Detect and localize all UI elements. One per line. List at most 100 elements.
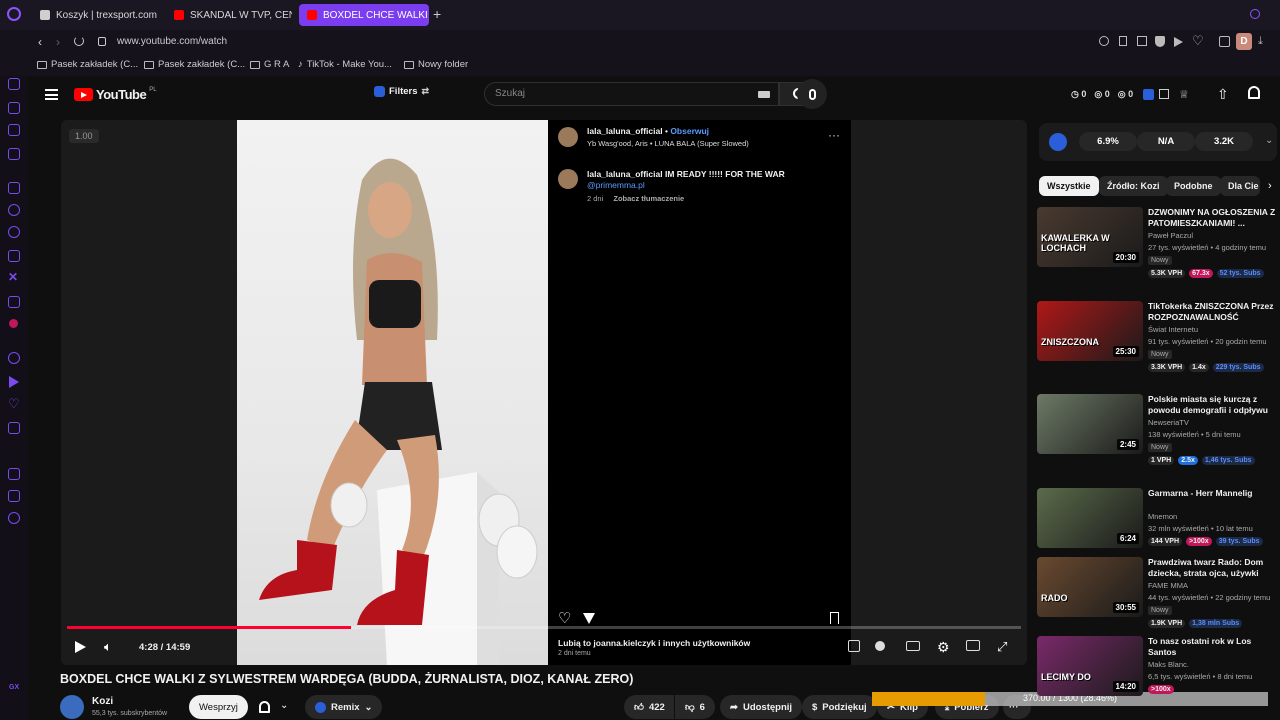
pin-icon[interactable]	[1119, 36, 1127, 46]
ig-username[interactable]: lala_laluna_official	[587, 126, 663, 136]
chevron-down-icon[interactable]: ⌄	[1265, 135, 1273, 146]
video-thumbnail[interactable]: ZNISZCZONA 25:30	[1037, 301, 1143, 361]
recommendation-card[interactable]: ZNISZCZONA 25:30 TikTokerka ZNISZCZONA Prz…	[1037, 301, 1277, 383]
chevron-down-icon[interactable]: ⌄	[280, 700, 288, 711]
thanks-button[interactable]: $ Podziękuj	[802, 695, 877, 719]
profile-avatar[interactable]: D	[1236, 33, 1252, 50]
sidebar-app-icon[interactable]	[8, 78, 20, 90]
ig-follow-link[interactable]: Obserwuj	[670, 126, 709, 136]
rec-channel[interactable]: Paweł Paczul	[1148, 231, 1193, 240]
tab-skandal[interactable]: SKANDAL W TVP, CENZU	[166, 4, 292, 26]
x-icon[interactable]: ✕	[8, 270, 18, 284]
rec-title[interactable]: TikTokerka ZNISZCZONA Przez ROZPOZNAWALN…	[1148, 301, 1276, 323]
stack-icon[interactable]	[1159, 89, 1169, 99]
progress-bar-track[interactable]	[67, 626, 1021, 629]
recommendation-card[interactable]: RADO 30:55 Prawdziwa twarz Rado: Dom dziec…	[1037, 557, 1277, 639]
ig-like-icon[interactable]: ♡	[558, 609, 571, 627]
twitch-icon[interactable]	[8, 182, 20, 194]
reload-icon[interactable]	[74, 36, 84, 46]
rec-title[interactable]: Garmarna - Herr Mannelig	[1148, 488, 1276, 499]
tab-boxdel[interactable]: BOXDEL CHCE WALKI Z S	[299, 4, 429, 26]
tab-trexsport[interactable]: Koszyk | trexsport.com	[32, 4, 164, 26]
new-tab-icon[interactable]: +	[433, 6, 441, 22]
channel-avatar[interactable]	[60, 695, 84, 719]
chip-similar[interactable]: Podobne	[1166, 176, 1221, 196]
screenshot-icon[interactable]	[1137, 36, 1147, 46]
youtube-logo[interactable]: YouTube PL	[74, 87, 157, 102]
rec-title[interactable]: DZWONIMY NA OGŁOSZENIA Z PATOMIESZKANIAM…	[1148, 207, 1276, 229]
forward-icon[interactable]: ›	[56, 35, 60, 49]
subtitles-icon[interactable]	[906, 641, 920, 651]
settings-icon[interactable]: ⚙	[937, 639, 950, 656]
ig-comment-user[interactable]: lala_laluna_official	[587, 169, 663, 179]
discord-icon[interactable]	[8, 296, 20, 308]
rec-title[interactable]: Polskie miasta się kurczą z powodu demog…	[1148, 394, 1276, 416]
recommendation-card[interactable]: LECIMY DO 14:20 To nasz ostatni rok w Los …	[1037, 636, 1277, 718]
chip-for-you[interactable]: Dla Cie	[1220, 176, 1260, 196]
ig-translate-link[interactable]: Zobacz tłumaczenie	[613, 194, 684, 203]
sidebar-app-icon[interactable]	[8, 148, 20, 160]
back-icon[interactable]: ‹	[38, 35, 42, 49]
channel-name[interactable]: Kozi	[92, 696, 113, 707]
sidebar-app-icon[interactable]	[8, 102, 20, 114]
video-player[interactable]: 1.00 lala_laluna_official • Obserwuj Yb …	[61, 120, 1027, 665]
rec-channel[interactable]: Świat Internetu	[1148, 325, 1198, 334]
instagram-icon[interactable]	[8, 250, 20, 262]
iq-extension-icon[interactable]	[1143, 89, 1154, 100]
chevron-right-icon[interactable]: ›	[1268, 180, 1272, 192]
bookmark-tiktok[interactable]: ♪ TikTok - Make You...	[298, 59, 392, 70]
bookmark-folder[interactable]: Pasek zakładek (C...	[144, 59, 245, 70]
ig-likes[interactable]: Lubią to joanna.kielczyk i innych użytko…	[558, 638, 750, 648]
download-icon[interactable]: ⤓	[1258, 35, 1263, 48]
iq-player-icon[interactable]	[848, 640, 860, 652]
play-button[interactable]	[75, 641, 86, 653]
ig-audio[interactable]: Yb Wasg'ood, Aris • LUNA BALA (Super Slo…	[587, 139, 749, 148]
remix-button[interactable]: Remix ⌄	[305, 695, 383, 719]
rec-channel[interactable]: FAME MMA	[1148, 581, 1188, 590]
sidebar-app-icon[interactable]	[8, 124, 20, 136]
volume-icon[interactable]: 🔈︎	[104, 639, 112, 655]
filters-button[interactable]: Filters ⇄	[374, 86, 429, 97]
telegram-icon[interactable]	[8, 226, 20, 238]
recommendation-card[interactable]: KAWALERKA W LOCHACH 20:30 DZWONIMY NA OGŁO…	[1037, 207, 1277, 289]
keyboard-icon[interactable]	[758, 91, 770, 98]
ig-save-icon[interactable]	[830, 612, 839, 624]
search-input[interactable]: Szukaj	[484, 82, 779, 106]
play-icon[interactable]	[9, 376, 19, 388]
video-thumbnail[interactable]: 2:45	[1037, 394, 1143, 454]
miniplayer-icon[interactable]	[966, 640, 980, 651]
notifications-icon[interactable]	[1248, 86, 1260, 99]
video-thumbnail[interactable]: RADO 30:55	[1037, 557, 1143, 617]
dislike-button[interactable]: 👎︎ 6	[675, 695, 715, 719]
share-button[interactable]: ➦ Udostępnij	[720, 695, 803, 719]
rec-channel[interactable]: NewseriaTV	[1148, 418, 1189, 427]
box-icon[interactable]	[8, 490, 20, 502]
rec-title[interactable]: To nasz ostatni rok w Los Santos	[1148, 636, 1276, 658]
zoom-icon[interactable]	[1099, 36, 1109, 46]
autoplay-toggle[interactable]	[875, 641, 885, 651]
support-button[interactable]: Wesprzyj	[189, 695, 248, 719]
rec-channel[interactable]: Mnemon	[1148, 512, 1177, 521]
messenger-icon[interactable]	[8, 204, 20, 216]
voice-search-button[interactable]	[797, 79, 827, 109]
ig-mention[interactable]: @primemma.pl	[587, 180, 645, 190]
tab-search-icon[interactable]	[1250, 9, 1260, 19]
recommendation-card[interactable]: 2:45 Polskie miasta się kurczą z powodu d…	[1037, 394, 1277, 476]
browser-logo-icon[interactable]	[7, 7, 21, 21]
heart-icon[interactable]: ♡	[1192, 33, 1204, 49]
trophy-icon[interactable]: ♕	[1179, 88, 1189, 101]
video-thumbnail[interactable]: LECIMY DO 14:20	[1037, 636, 1143, 696]
fullscreen-icon[interactable]: ⤢	[997, 639, 1007, 655]
chat-icon[interactable]	[8, 352, 20, 364]
like-button[interactable]: 👍︎ 422	[624, 695, 674, 719]
shield-icon[interactable]	[1155, 36, 1165, 47]
rec-title[interactable]: Prawdziwa twarz Rado: Dom dziecka, strat…	[1148, 557, 1276, 579]
ig-avatar[interactable]	[558, 127, 578, 147]
url-field[interactable]: www.youtube.com/watch	[117, 36, 227, 47]
upload-icon[interactable]: ⇧	[1217, 86, 1229, 103]
chip-source[interactable]: Źródło: Kozi	[1099, 176, 1168, 196]
settings-icon[interactable]	[8, 512, 20, 524]
ig-share-icon[interactable]	[583, 613, 595, 624]
bookmark-folder[interactable]: Pasek zakładek (C...	[37, 59, 138, 70]
video-thumbnail[interactable]: KAWALERKA W LOCHACH 20:30	[1037, 207, 1143, 267]
